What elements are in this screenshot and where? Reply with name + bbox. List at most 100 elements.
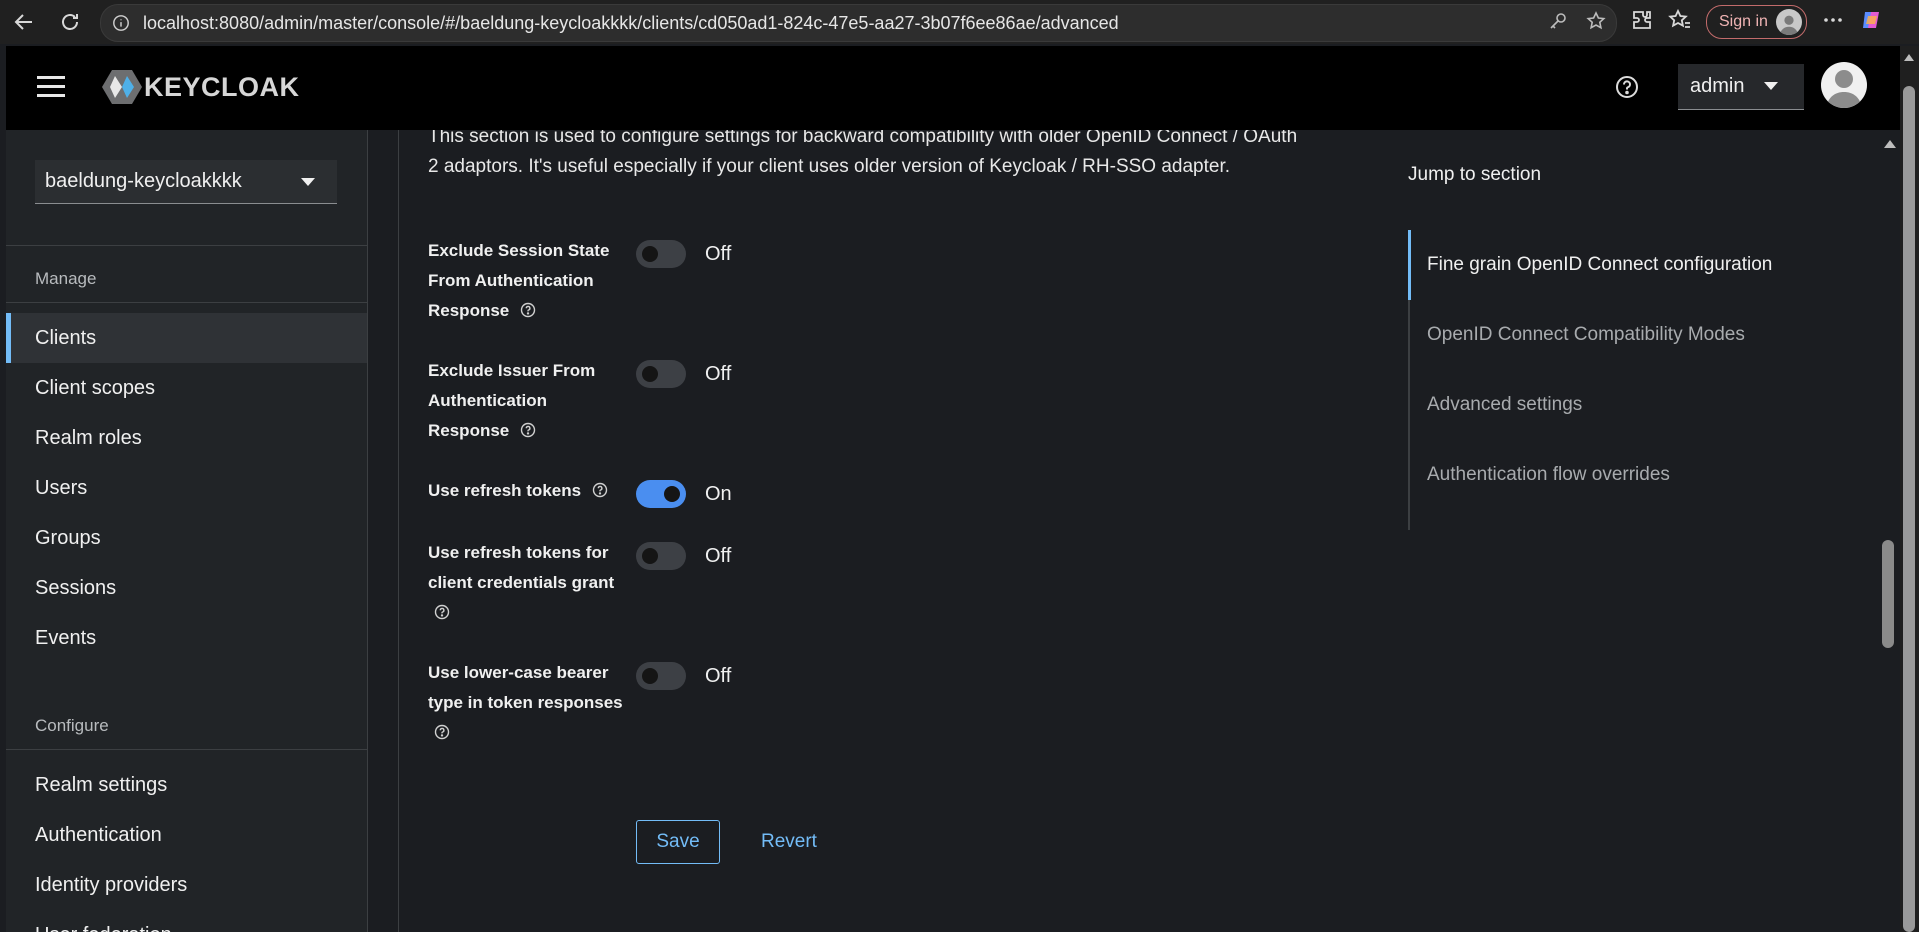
field-label-text: Use refresh tokens [428, 481, 582, 500]
keycloak-logo-icon [102, 70, 142, 104]
sidebar-item-label: User federation [35, 924, 172, 932]
copilot-icon[interactable] [1859, 8, 1883, 37]
favorites-icon[interactable] [1668, 8, 1692, 37]
sidebar-item-label: Events [35, 626, 97, 649]
address-bar[interactable]: localhost:8080/admin/master/console/#/ba… [100, 4, 1617, 42]
help-icon[interactable] [434, 724, 450, 740]
toggle-state-text: Off [705, 545, 732, 567]
realm-name: baeldung-keycloakkkk [45, 170, 242, 192]
hamburger-menu-icon[interactable] [36, 72, 66, 102]
field-label-text: Exclude Session State From Authenticatio… [428, 241, 610, 320]
divider [6, 245, 367, 246]
toggle-refresh-tokens-client-credentials[interactable] [636, 542, 686, 570]
extensions-icon[interactable] [1630, 8, 1654, 37]
help-icon[interactable] [1614, 74, 1640, 100]
logo-text: KEYCLOAK [144, 71, 300, 102]
sidebar-item-client-scopes[interactable]: Client scopes [6, 363, 367, 413]
toggle-state-text: Off [705, 243, 732, 265]
sidebar-item-users[interactable]: Users [6, 463, 367, 513]
site-info-icon[interactable] [111, 13, 131, 33]
divider [6, 302, 367, 303]
main-content: This section is used to configure settin… [398, 130, 1360, 932]
key-icon[interactable] [1548, 11, 1568, 36]
toggle-state-text: On [705, 483, 732, 505]
sidebar-item-realm-roles[interactable]: Realm roles [6, 413, 367, 463]
realm-selector[interactable]: baeldung-keycloakkkk [35, 160, 337, 204]
toggle-knob [642, 366, 658, 382]
jump-link-advanced-settings[interactable]: Advanced settings [1427, 394, 1582, 416]
help-icon[interactable] [592, 482, 608, 498]
sidebar-item-realm-settings[interactable]: Realm settings [6, 760, 367, 810]
profile-avatar-icon [1775, 9, 1802, 35]
sidebar-item-identity-providers[interactable]: Identity providers [6, 860, 367, 910]
reload-icon[interactable] [50, 2, 90, 42]
field-label-exclude-session-state: Exclude Session State From Authenticatio… [428, 236, 628, 326]
chevron-down-icon [301, 178, 315, 186]
sidebar-item-label: Realm settings [35, 773, 168, 796]
field-label-text: Use refresh tokens for client credential… [428, 543, 615, 592]
save-button[interactable]: Save [636, 820, 720, 864]
toggle-exclude-session-state[interactable] [636, 240, 686, 268]
jump-link-auth-flow-overrides[interactable]: Authentication flow overrides [1427, 464, 1670, 486]
jump-link-fine-grain-oidc[interactable]: Fine grain OpenID Connect configuration [1427, 254, 1772, 276]
sign-in-label: Sign in [1719, 13, 1768, 30]
sidebar-item-label: Users [35, 476, 88, 499]
sidebar-item-sessions[interactable]: Sessions [6, 563, 367, 613]
app-header: KEYCLOAK admin [6, 46, 1900, 130]
back-arrow-icon[interactable] [4, 2, 44, 42]
scroll-up-arrow-icon[interactable] [1904, 54, 1914, 61]
jump-to-section-panel: Jump to section Fine grain OpenID Connec… [1358, 130, 1878, 932]
help-icon[interactable] [520, 422, 536, 438]
sidebar-item-clients[interactable]: Clients [6, 313, 367, 363]
section-description: This section is used to configure settin… [428, 130, 1298, 177]
section-title-configure: Configure [35, 716, 109, 735]
toggle-lower-case-bearer[interactable] [636, 662, 686, 690]
sidebar-item-label: Groups [35, 526, 101, 549]
sign-in-button[interactable]: Sign in [1706, 5, 1807, 39]
sidebar: baeldung-keycloakkkk Manage Clients Clie… [6, 130, 368, 932]
favorite-star-icon[interactable] [1586, 10, 1606, 36]
sidebar-item-groups[interactable]: Groups [6, 513, 367, 563]
toggle-state-text: Off [705, 363, 732, 385]
toggle-knob [664, 486, 680, 502]
url-text[interactable]: localhost:8080/admin/master/console/#/ba… [143, 13, 1119, 34]
toggle-knob [642, 668, 658, 684]
sidebar-item-label: Clients [35, 326, 97, 349]
toggle-exclude-issuer[interactable] [636, 360, 686, 388]
content-scrollbar[interactable] [1878, 130, 1900, 932]
jump-nav-active-indicator [1408, 230, 1411, 300]
sidebar-item-label: Identity providers [35, 873, 188, 896]
revert-button[interactable]: Revert [761, 820, 817, 864]
divider [6, 749, 367, 750]
sidebar-item-user-federation[interactable]: User federation [6, 910, 367, 932]
toggle-knob [642, 246, 658, 262]
user-name: admin [1690, 75, 1745, 97]
user-dropdown[interactable]: admin [1678, 64, 1804, 110]
toggle-use-refresh-tokens[interactable] [636, 480, 686, 508]
sidebar-item-events[interactable]: Events [6, 613, 367, 663]
toggle-state-text: Off [705, 665, 732, 687]
scroll-up-arrow-icon[interactable] [1884, 140, 1896, 148]
field-label-exclude-issuer: Exclude Issuer From Authentication Respo… [428, 356, 628, 446]
field-label-use-refresh-tokens: Use refresh tokens [428, 476, 628, 506]
user-avatar-icon[interactable] [1821, 62, 1867, 108]
field-label-lower-case-bearer: Use lower-case bearer type in token resp… [428, 658, 628, 748]
keycloak-logo[interactable]: KEYCLOAK [102, 68, 300, 106]
help-icon[interactable] [434, 604, 450, 620]
content-scrollbar-thumb[interactable] [1882, 540, 1894, 648]
sidebar-item-label: Client scopes [35, 376, 156, 399]
sidebar-item-authentication[interactable]: Authentication [6, 810, 367, 860]
page-scrollbar-thumb[interactable] [1903, 86, 1915, 932]
toggle-knob [642, 548, 658, 564]
help-icon[interactable] [520, 302, 536, 318]
more-options-icon[interactable] [1821, 8, 1845, 37]
chevron-down-icon [1764, 82, 1778, 90]
jump-link-oidc-compatibility[interactable]: OpenID Connect Compatibility Modes [1427, 324, 1745, 346]
sidebar-item-label: Sessions [35, 576, 117, 599]
browser-toolbar: localhost:8080/admin/master/console/#/ba… [0, 0, 1919, 44]
sidebar-item-label: Authentication [35, 823, 162, 846]
sidebar-item-label: Realm roles [35, 426, 142, 449]
field-label-text: Use lower-case bearer type in token resp… [428, 663, 623, 712]
jump-to-section-title: Jump to section [1408, 164, 1542, 185]
field-label-text: Exclude Issuer From Authentication Respo… [428, 361, 596, 440]
